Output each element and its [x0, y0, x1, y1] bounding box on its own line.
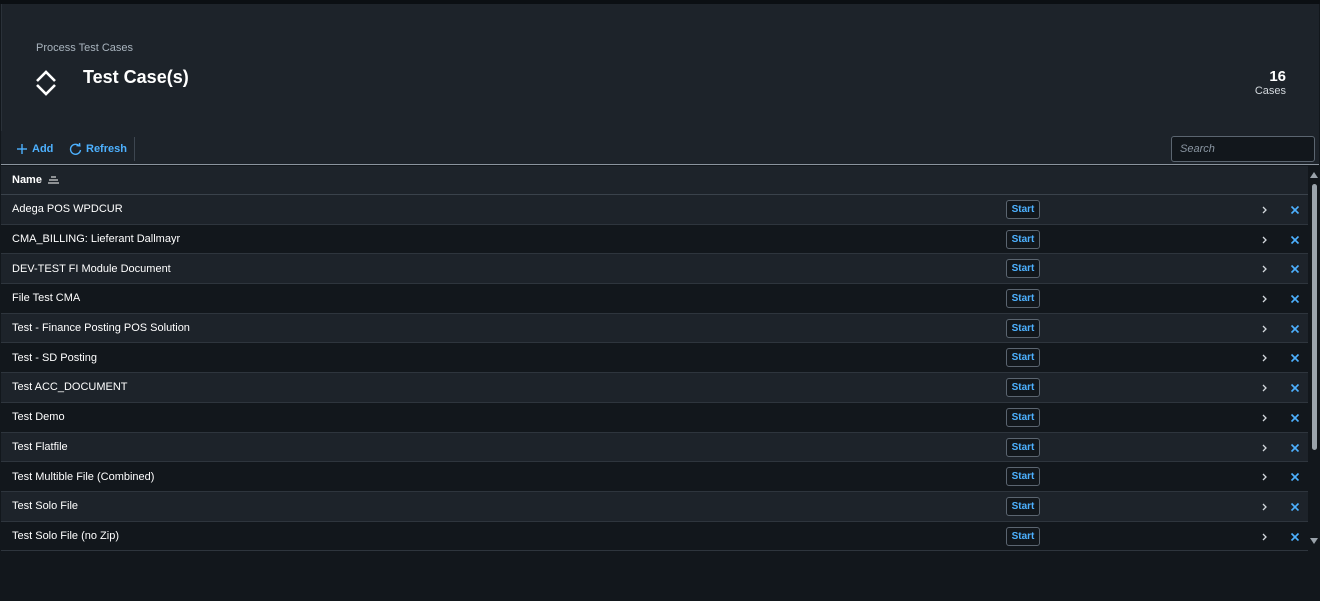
start-button[interactable]: Start — [1006, 200, 1040, 219]
toolbar-separator — [134, 137, 135, 161]
page-header: Process Test Cases Test Case(s) 16 Cases — [1, 4, 1319, 131]
chevron-right-icon[interactable] — [1259, 471, 1271, 483]
chevron-right-icon[interactable] — [1259, 352, 1271, 364]
start-button[interactable]: Start — [1006, 348, 1040, 368]
column-header-name[interactable]: Name — [12, 174, 42, 186]
breadcrumb[interactable]: Process Test Cases — [36, 42, 133, 54]
chevron-right-icon[interactable] — [1259, 531, 1271, 543]
delete-icon[interactable] — [1288, 530, 1302, 544]
chevron-right-icon[interactable] — [1259, 263, 1271, 275]
table-row[interactable]: Test ACC_DOCUMENT Start — [1, 373, 1308, 403]
app-frame: Process Test Cases Test Case(s) 16 Cases… — [0, 0, 1320, 601]
start-button[interactable]: Start — [1006, 496, 1040, 516]
expand-collapse-icon[interactable] — [34, 68, 58, 98]
delete-icon[interactable] — [1288, 381, 1302, 395]
search-input[interactable] — [1172, 137, 1320, 161]
search-field[interactable] — [1171, 136, 1320, 162]
table-row[interactable]: Test - SD Posting Start — [1, 343, 1308, 374]
start-button[interactable]: Start — [1006, 229, 1040, 249]
test-case-name: Test Flatfile — [12, 440, 68, 453]
table-row[interactable]: Test Solo File (no Zip) Start — [1, 521, 1308, 552]
toolbar: Add Refresh — [1, 131, 1320, 165]
test-case-name: Test ACC_DOCUMENT — [12, 381, 128, 394]
cases-count: 16 Cases — [1255, 68, 1286, 97]
refresh-icon — [69, 142, 82, 155]
page-title: Test Case(s) — [83, 67, 189, 87]
plus-icon — [17, 144, 27, 154]
test-case-name: Test Solo File — [12, 500, 79, 513]
test-case-name: File Test CMA — [12, 292, 81, 305]
test-case-name: CMA_BILLING: Lieferant Dallmayr — [12, 233, 181, 246]
table-row[interactable]: Test Demo Start — [1, 402, 1308, 433]
add-button[interactable]: Add — [16, 139, 53, 159]
delete-icon[interactable] — [1288, 262, 1302, 276]
table-row[interactable]: Test Flatfile Start — [1, 432, 1308, 463]
delete-icon[interactable] — [1288, 233, 1302, 247]
cases-count-value: 16 — [1269, 68, 1286, 85]
table-row[interactable]: Test - Finance Posting POS Solution Start — [1, 313, 1308, 344]
chevron-right-icon[interactable] — [1259, 293, 1271, 305]
start-button[interactable]: Start — [1006, 289, 1040, 309]
chevron-right-icon[interactable] — [1259, 412, 1271, 424]
cases-count-label: Cases — [1254, 85, 1286, 97]
table-row[interactable]: File Test CMA Start — [1, 284, 1308, 314]
refresh-button[interactable]: Refresh — [69, 139, 127, 159]
start-button[interactable]: Start — [1006, 318, 1040, 338]
delete-icon[interactable] — [1288, 411, 1302, 425]
delete-icon[interactable] — [1288, 351, 1302, 365]
sort-icon[interactable] — [47, 176, 59, 185]
scrollbar-thumb[interactable] — [1312, 184, 1317, 450]
chevron-right-icon[interactable] — [1259, 204, 1271, 216]
start-button[interactable]: Start — [1006, 437, 1040, 457]
chevron-right-icon[interactable] — [1259, 234, 1271, 246]
delete-icon[interactable] — [1288, 441, 1302, 455]
scroll-down-icon[interactable] — [1310, 538, 1318, 544]
delete-icon[interactable] — [1288, 203, 1302, 217]
chevron-right-icon[interactable] — [1259, 501, 1271, 513]
test-cases-table: Name Adega POS WPDCUR Start CMA_BILLING: L… — [1, 166, 1308, 552]
add-button-label: Add — [32, 143, 54, 155]
start-button[interactable]: Start — [1006, 407, 1040, 427]
table-row[interactable]: Test Multible File (Combined) Start — [1, 462, 1308, 492]
chevron-right-icon[interactable] — [1259, 382, 1271, 394]
test-case-name: DEV-TEST FI Module Document — [12, 262, 171, 275]
table-row[interactable]: Adega POS WPDCUR Start — [1, 195, 1308, 225]
table-row[interactable]: Test Solo File Start — [1, 491, 1308, 522]
scroll-up-icon[interactable] — [1310, 172, 1318, 178]
delete-icon[interactable] — [1288, 292, 1302, 306]
test-case-name: Test Demo — [12, 411, 65, 424]
start-button[interactable]: Start — [1006, 467, 1040, 487]
table-header: Name — [1, 166, 1308, 195]
test-case-name: Adega POS WPDCUR — [12, 203, 123, 216]
start-button[interactable]: Start — [1006, 378, 1040, 398]
delete-icon[interactable] — [1288, 322, 1302, 336]
table-body: Adega POS WPDCUR Start CMA_BILLING: Liefer… — [1, 195, 1308, 552]
delete-icon[interactable] — [1288, 470, 1302, 484]
start-button[interactable]: Start — [1006, 259, 1040, 279]
refresh-button-label: Refresh — [86, 143, 127, 155]
table-row[interactable]: DEV-TEST FI Module Document Start — [1, 254, 1308, 285]
delete-icon[interactable] — [1288, 500, 1302, 514]
table-row[interactable]: CMA_BILLING: Lieferant Dallmayr Start — [1, 224, 1308, 255]
chevron-right-icon[interactable] — [1259, 323, 1271, 335]
test-case-name: Test - SD Posting — [12, 351, 97, 364]
test-case-name: Test - Finance Posting POS Solution — [12, 322, 190, 335]
vertical-scrollbar[interactable] — [1308, 166, 1320, 551]
test-case-name: Test Multible File (Combined) — [12, 470, 155, 483]
chevron-right-icon[interactable] — [1259, 442, 1271, 454]
start-button[interactable]: Start — [1006, 526, 1040, 546]
test-case-name: Test Solo File (no Zip) — [12, 529, 119, 542]
